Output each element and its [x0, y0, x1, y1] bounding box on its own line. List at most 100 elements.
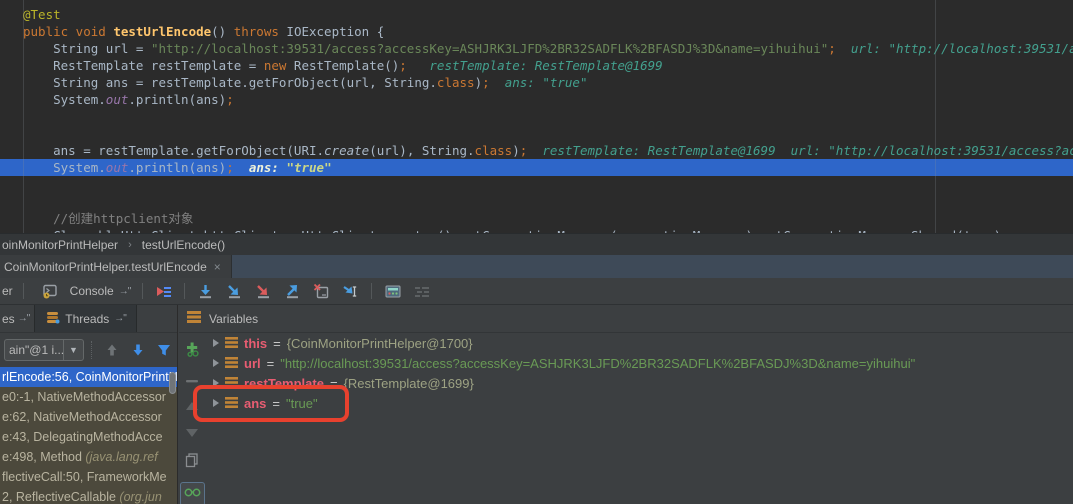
- code-line[interactable]: [0, 176, 1073, 193]
- separator: [371, 283, 372, 299]
- thread-selector-value: ain"@1 i...: [5, 340, 63, 360]
- code-line[interactable]: String url = "http://localhost:39531/acc…: [0, 40, 1073, 57]
- code-token: ;: [226, 92, 234, 107]
- filter-icon[interactable]: [154, 340, 174, 360]
- stack-frame-package: (org.jun: [119, 490, 161, 504]
- scrollbar[interactable]: [169, 372, 176, 394]
- code-token: System.: [23, 92, 106, 107]
- show-watches-icon[interactable]: [180, 482, 205, 504]
- code-token: out: [106, 92, 129, 107]
- expand-arrow-icon[interactable]: [213, 339, 219, 347]
- variables-icon: [187, 311, 201, 326]
- code-line[interactable]: ans = restTemplate.getForObject(URI.crea…: [0, 142, 1073, 159]
- code-editor[interactable]: @Testpublic void testUrlEncode() throws …: [0, 0, 1073, 233]
- code-token: "http://localhost:39531/access?accessKey…: [151, 41, 828, 56]
- separator: [184, 283, 185, 299]
- close-icon[interactable]: ×: [214, 260, 221, 274]
- code-line[interactable]: RestTemplate restTemplate = new RestTemp…: [0, 57, 1073, 74]
- stack-frame-row[interactable]: e:43, DelegatingMethodAcce: [0, 427, 177, 447]
- debug-session-tab[interactable]: CoinMonitorPrintHelper.testUrlEncode ×: [0, 255, 232, 278]
- stack-frame-text: e:43, DelegatingMethodAcce: [2, 430, 163, 444]
- debug-bottom-panel: es →" Threads →" ain"@1 i... ▼: [0, 305, 1073, 504]
- ide-window: @Testpublic void testUrlEncode() throws …: [0, 0, 1073, 504]
- breadcrumb: oinMonitorPrintHelper › testUrlEncode(): [0, 233, 1073, 255]
- code-token: RestTemplate(): [286, 58, 399, 73]
- tab-console[interactable]: Console →": [30, 278, 137, 304]
- stack-frame-row[interactable]: 2, ReflectiveCallable (org.jun: [0, 487, 177, 504]
- copy-icon[interactable]: [184, 452, 200, 473]
- variable-row[interactable]: url = "http://localhost:39531/access?acc…: [205, 353, 1073, 373]
- inline-debug-hint: ans: "true": [505, 75, 588, 90]
- add-watch-icon[interactable]: [184, 341, 200, 362]
- variable-row[interactable]: this = {CoinMonitorPrintHelper@1700}: [205, 333, 1073, 353]
- next-frame-icon[interactable]: [128, 340, 148, 360]
- step-over-icon[interactable]: [197, 283, 214, 300]
- chevron-down-icon[interactable]: ▼: [63, 340, 84, 360]
- code-token: ;: [482, 75, 490, 90]
- variable-name: url: [244, 356, 261, 371]
- code-line[interactable]: [0, 108, 1073, 125]
- step-into-icon[interactable]: [226, 283, 243, 300]
- show-execution-point-icon[interactable]: [155, 283, 172, 300]
- code-line[interactable]: public void testUrlEncode() throws IOExc…: [0, 23, 1073, 40]
- code-token: testUrlEncode: [113, 24, 211, 39]
- stack-frame-row[interactable]: e0:-1, NativeMethodAccessor: [0, 387, 177, 407]
- variable-value: {CoinMonitorPrintHelper@1700}: [287, 336, 473, 351]
- variable-icon: [225, 336, 238, 351]
- frames-tabs-row: es →" Threads →": [0, 305, 177, 333]
- evaluate-expression-icon[interactable]: [384, 283, 401, 300]
- code-token: [527, 143, 542, 158]
- code-token: System.: [23, 160, 106, 175]
- stack-frame-row[interactable]: e:62, NativeMethodAccessor: [0, 407, 177, 427]
- force-step-into-icon[interactable]: [255, 283, 272, 300]
- variables-title: Variables: [209, 312, 258, 326]
- inline-debug-hint: restTemplate: RestTemplate@1699 url: "ht…: [542, 143, 1073, 158]
- variable-value: {RestTemplate@1699}: [344, 376, 474, 391]
- code-token: create: [324, 143, 369, 158]
- breadcrumb-method[interactable]: testUrlEncode(): [142, 238, 225, 252]
- code-line[interactable]: //创建httpclient对象: [0, 210, 1073, 227]
- code-token: IOException {: [279, 24, 384, 39]
- run-to-cursor-icon[interactable]: [342, 283, 359, 300]
- code-token: public void: [23, 24, 113, 39]
- code-token: @Test: [23, 7, 61, 22]
- equals-sign: =: [273, 336, 281, 351]
- stack-frame-row[interactable]: e:498, Method (java.lang.ref: [0, 447, 177, 467]
- separator: [23, 283, 24, 299]
- variable-icon: [225, 356, 238, 371]
- thread-selector-row: ain"@1 i... ▼: [0, 333, 177, 367]
- breadcrumb-class[interactable]: oinMonitorPrintHelper: [2, 238, 118, 252]
- thread-selector[interactable]: ain"@1 i... ▼: [4, 339, 84, 361]
- code-token: class: [437, 75, 475, 90]
- tab-frames-clipped[interactable]: es →": [0, 312, 34, 326]
- code-token: [407, 58, 430, 73]
- stack-frame-text: rlEncode:56, CoinMonitorPrintH: [2, 370, 177, 384]
- code-line[interactable]: String ans = restTemplate.getForObject(u…: [0, 74, 1073, 91]
- tab-threads[interactable]: Threads →": [34, 305, 137, 332]
- code-line[interactable]: System.out.println(ans);: [0, 91, 1073, 108]
- layout-settings-icon[interactable]: [413, 283, 430, 300]
- code-token: RestTemplate restTemplate =: [23, 58, 264, 73]
- expand-arrow-icon[interactable]: [213, 359, 219, 367]
- drop-frame-icon[interactable]: [313, 283, 330, 300]
- code-line[interactable]: @Test: [0, 6, 1073, 23]
- code-line[interactable]: [0, 193, 1073, 210]
- stack-frame-text: e0:-1, NativeMethodAccessor: [2, 390, 166, 404]
- code-token: ): [475, 75, 483, 90]
- step-out-icon[interactable]: [284, 283, 301, 300]
- code-token: ;: [399, 58, 407, 73]
- previous-frame-icon[interactable]: [102, 340, 122, 360]
- execution-line[interactable]: System.out.println(ans); ans: "true": [0, 159, 1073, 176]
- code-token: throws: [234, 24, 279, 39]
- code-line[interactable]: [0, 125, 1073, 142]
- code-token: [234, 160, 249, 175]
- tab-debugger-clipped[interactable]: er: [0, 284, 17, 298]
- code-token: class: [475, 143, 513, 158]
- stack-frame-row[interactable]: flectiveCall:50, FrameworkMe: [0, 467, 177, 487]
- code-token: [490, 75, 505, 90]
- stack-frame-package: (java.lang.ref: [85, 450, 157, 464]
- code-lines: @Testpublic void testUrlEncode() throws …: [0, 0, 1073, 233]
- pin-icon: →": [18, 313, 30, 324]
- move-down-icon[interactable]: [185, 425, 199, 443]
- stack-frame-row[interactable]: rlEncode:56, CoinMonitorPrintH: [0, 367, 177, 387]
